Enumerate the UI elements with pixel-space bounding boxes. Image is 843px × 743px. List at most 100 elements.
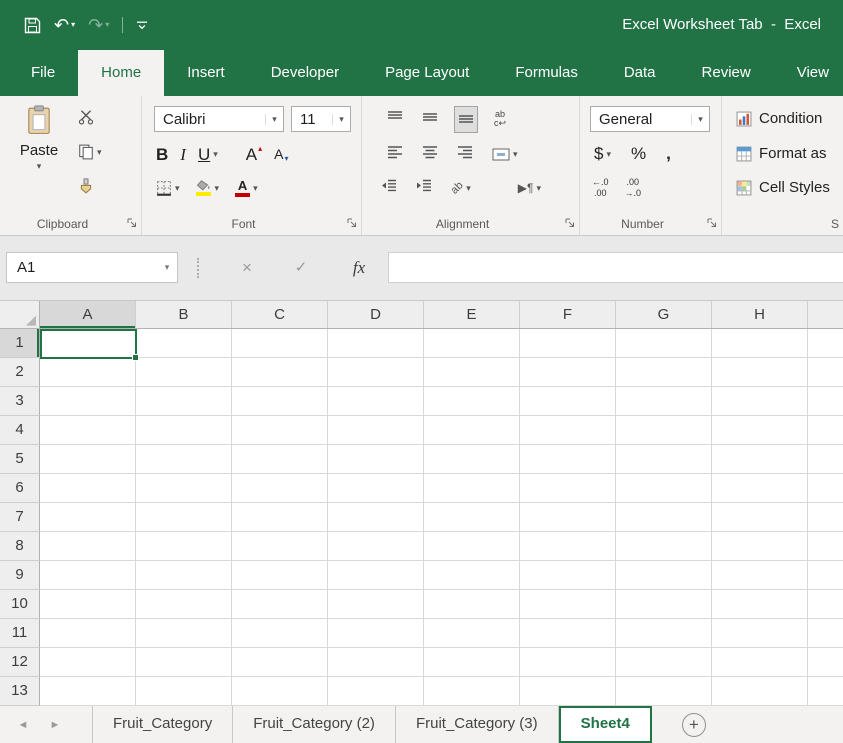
font-color-dropdown-icon[interactable]: ▾ — [253, 183, 258, 194]
merge-center-dropdown-icon[interactable]: ▾ — [513, 149, 518, 160]
row-header-8[interactable]: 8 — [0, 532, 40, 561]
column-header-f[interactable]: F — [520, 301, 616, 328]
undo-button[interactable]: ↶ ▾ — [54, 16, 75, 34]
font-name-dropdown-icon[interactable]: ▾ — [265, 114, 283, 125]
align-bottom-button[interactable] — [454, 106, 478, 133]
sheet-tab-fruit-category-2[interactable]: Fruit_Category (2) — [233, 706, 396, 743]
decrease-font-size-button[interactable]: A ▾ — [274, 147, 288, 161]
font-color-button[interactable]: A ▾ — [235, 179, 258, 197]
increase-font-size-button[interactable]: A ▴ — [246, 146, 262, 163]
format-painter-button[interactable] — [78, 178, 130, 194]
sheet-tab-sheet4[interactable]: Sheet4 — [559, 706, 652, 743]
cells-area[interactable] — [40, 329, 843, 706]
increase-decimal-button[interactable]: ←.0 .00 — [592, 177, 609, 199]
wrap-text-button[interactable]: ab c↩ — [491, 107, 509, 131]
tab-page-layout[interactable]: Page Layout — [362, 50, 492, 96]
column-header-b[interactable]: B — [136, 301, 232, 328]
fill-handle[interactable] — [132, 354, 139, 361]
align-middle-button[interactable] — [419, 107, 441, 132]
tab-data[interactable]: Data — [601, 50, 679, 96]
formula-input[interactable] — [388, 252, 843, 283]
align-center-button[interactable] — [419, 142, 441, 167]
row-header-7[interactable]: 7 — [0, 503, 40, 532]
column-header-e[interactable]: E — [424, 301, 520, 328]
column-header-h[interactable]: H — [712, 301, 808, 328]
row-header-9[interactable]: 9 — [0, 561, 40, 590]
copy-button[interactable]: ▾ — [78, 144, 130, 160]
tab-review[interactable]: Review — [679, 50, 774, 96]
select-all-button[interactable]: ◢ — [0, 301, 40, 328]
conditional-formatting-button[interactable]: Condition — [736, 110, 822, 127]
number-dialog-launcher-icon[interactable] — [706, 217, 718, 229]
alignment-dialog-launcher-icon[interactable] — [564, 217, 576, 229]
align-left-button[interactable] — [384, 142, 406, 167]
orientation-button[interactable]: ab ▾ — [448, 179, 474, 197]
column-header-a[interactable]: A — [40, 301, 136, 328]
decrease-indent-button[interactable] — [378, 176, 400, 200]
borders-dropdown-icon[interactable]: ▾ — [175, 183, 180, 194]
selected-cell-a1[interactable] — [40, 329, 137, 359]
fill-color-button[interactable]: ▾ — [196, 180, 220, 196]
row-header-12[interactable]: 12 — [0, 648, 40, 677]
text-direction-dropdown-icon[interactable]: ▾ — [536, 183, 541, 194]
cancel-button[interactable]: × — [232, 252, 262, 283]
clipboard-dialog-launcher-icon[interactable] — [126, 217, 138, 229]
next-sheet-icon[interactable]: ► — [46, 719, 64, 731]
column-header-g[interactable]: G — [616, 301, 712, 328]
row-header-1[interactable]: 1 — [0, 329, 40, 358]
sheet-tab-fruit-category-3[interactable]: Fruit_Category (3) — [396, 706, 559, 743]
undo-dropdown-icon[interactable]: ▾ — [71, 21, 75, 29]
orientation-dropdown-icon[interactable]: ▾ — [466, 183, 471, 194]
tab-view[interactable]: View — [774, 50, 843, 96]
font-dialog-launcher-icon[interactable] — [346, 217, 358, 229]
italic-button[interactable]: I — [180, 146, 186, 163]
format-as-table-button[interactable]: Format as — [736, 145, 827, 162]
tab-file[interactable]: File — [8, 50, 78, 96]
column-header-partial[interactable] — [808, 301, 843, 328]
cell-styles-button[interactable]: Cell Styles — [736, 179, 830, 196]
increase-indent-button[interactable] — [413, 176, 435, 200]
number-format-dropdown-icon[interactable]: ▾ — [691, 114, 709, 125]
row-header-3[interactable]: 3 — [0, 387, 40, 416]
insert-function-button[interactable]: fx — [344, 252, 374, 283]
sheet-tab-fruit-category[interactable]: Fruit_Category — [93, 706, 233, 743]
font-name-combobox[interactable]: Calibri ▾ — [154, 106, 284, 132]
tab-developer[interactable]: Developer — [248, 50, 362, 96]
enter-button[interactable]: ✓ — [286, 252, 316, 283]
cut-button[interactable] — [78, 109, 130, 125]
tab-insert[interactable]: Insert — [164, 50, 248, 96]
font-size-combobox[interactable]: 11 ▾ — [291, 106, 351, 132]
tab-formulas[interactable]: Formulas — [492, 50, 601, 96]
row-header-5[interactable]: 5 — [0, 445, 40, 474]
name-box[interactable]: A1 ▾ — [6, 252, 178, 283]
paste-dropdown-icon[interactable]: ▾ — [37, 161, 42, 172]
number-format-combobox[interactable]: General ▾ — [590, 106, 710, 132]
align-right-button[interactable] — [454, 142, 476, 167]
comma-style-button[interactable]: , — [666, 144, 671, 164]
column-header-c[interactable]: C — [232, 301, 328, 328]
column-header-d[interactable]: D — [328, 301, 424, 328]
row-header-6[interactable]: 6 — [0, 474, 40, 503]
row-header-10[interactable]: 10 — [0, 590, 40, 619]
save-button[interactable] — [24, 17, 41, 34]
tab-home[interactable]: Home — [78, 50, 164, 96]
copy-dropdown-icon[interactable]: ▾ — [97, 147, 102, 158]
fill-color-dropdown-icon[interactable]: ▾ — [215, 183, 220, 194]
row-header-4[interactable]: 4 — [0, 416, 40, 445]
previous-sheet-icon[interactable]: ◄ — [14, 719, 32, 731]
paste-button[interactable]: Paste ▾ — [10, 105, 68, 205]
row-header-2[interactable]: 2 — [0, 358, 40, 387]
font-size-dropdown-icon[interactable]: ▾ — [332, 114, 350, 125]
accounting-dropdown-icon[interactable]: ▾ — [606, 149, 611, 160]
underline-dropdown-icon[interactable]: ▾ — [213, 149, 218, 160]
underline-button[interactable]: U ▾ — [198, 146, 218, 163]
name-box-dropdown-icon[interactable]: ▾ — [157, 262, 177, 273]
decrease-decimal-button[interactable]: .00 →.0 — [625, 177, 642, 199]
new-sheet-button[interactable]: + — [682, 713, 706, 737]
borders-button[interactable]: ▾ — [156, 180, 180, 196]
customize-qat-button[interactable] — [136, 20, 148, 31]
accounting-format-button[interactable]: $ ▾ — [594, 144, 611, 164]
percent-style-button[interactable]: % — [631, 144, 646, 164]
row-header-11[interactable]: 11 — [0, 619, 40, 648]
bold-button[interactable]: B — [156, 146, 168, 163]
